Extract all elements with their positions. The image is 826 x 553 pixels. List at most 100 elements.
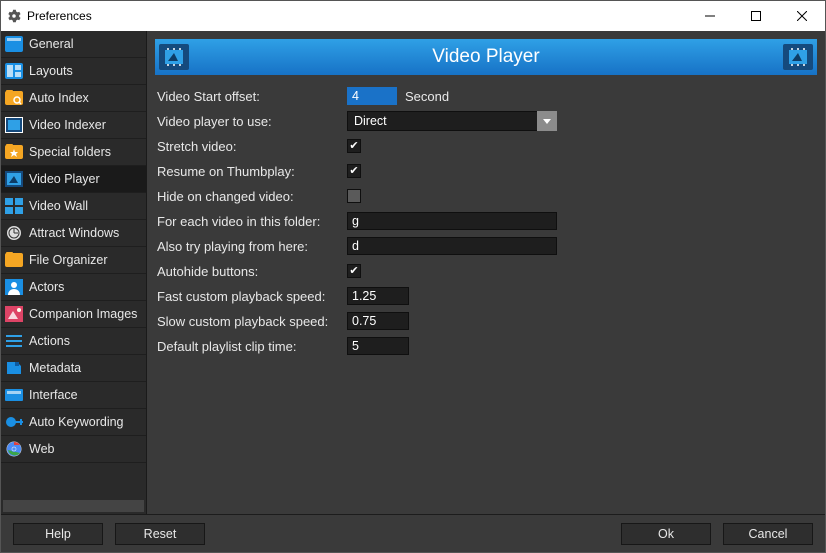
window-controls (687, 1, 825, 31)
minimize-button[interactable] (687, 1, 733, 31)
select-video-player-value: Direct (354, 114, 387, 128)
maximize-button[interactable] (733, 1, 779, 31)
autokeywording-icon (5, 413, 23, 431)
row-stretch-video: Stretch video: ✔ (157, 135, 815, 157)
gear-icon (7, 9, 21, 23)
label-video-start-offset: Video Start offset: (157, 89, 347, 104)
videoplayer-icon (5, 170, 23, 188)
checkbox-resume-thumbplay[interactable]: ✔ (347, 164, 361, 178)
checkbox-hide-changed[interactable] (347, 189, 361, 203)
sidebar-item-label: Auto Keywording (29, 415, 124, 429)
autoindex-icon (5, 89, 23, 107)
panel-title: Video Player (432, 46, 539, 68)
row-also-try-playing: Also try playing from here: d (157, 235, 815, 257)
sidebar-item-label: Layouts (29, 64, 73, 78)
row-for-each-video: For each video in this folder: g (157, 210, 815, 232)
sidebar-item-video-indexer[interactable]: Video Indexer (1, 112, 146, 139)
sidebar-item-label: Actors (29, 280, 64, 294)
input-also-try-playing[interactable]: d (347, 237, 557, 255)
label-autohide-buttons: Autohide buttons: (157, 264, 347, 279)
row-video-start-offset: Video Start offset: 4 Second (157, 85, 815, 107)
label-video-player-to-use: Video player to use: (157, 114, 347, 129)
companion-icon (5, 305, 23, 323)
settings-list: Video Start offset: 4 Second Video playe… (147, 81, 825, 361)
layouts-icon (5, 62, 23, 80)
input-for-each-video[interactable]: g (347, 212, 557, 230)
input-fast-speed[interactable]: 1.25 (347, 287, 409, 305)
select-video-player[interactable]: Direct (347, 111, 557, 131)
panel-header: Video Player (155, 39, 817, 75)
row-default-clip-time: Default playlist clip time: 5 (157, 335, 815, 357)
close-button[interactable] (779, 1, 825, 31)
attract-icon (5, 224, 23, 242)
sidebar-item-label: File Organizer (29, 253, 108, 267)
sidebar-item-label: Companion Images (29, 307, 137, 321)
label-also-try-playing: Also try playing from here: (157, 239, 347, 254)
sidebar-item-label: Auto Index (29, 91, 89, 105)
sidebar-item-metadata[interactable]: Metadata (1, 355, 146, 382)
sidebar-item-file-organizer[interactable]: File Organizer (1, 247, 146, 274)
label-for-each-video: For each video in this folder: (157, 214, 347, 229)
sidebar-item-special-folders[interactable]: Special folders (1, 139, 146, 166)
chevron-down-icon (537, 111, 557, 131)
label-hide-changed: Hide on changed video: (157, 189, 347, 204)
sidebar-item-auto-index[interactable]: Auto Index (1, 85, 146, 112)
input-default-clip-time[interactable]: 5 (347, 337, 409, 355)
sidebar: General Layouts Auto Index Video Indexer Spe… (1, 31, 147, 514)
video-player-icon (783, 44, 813, 70)
sidebar-item-label: Interface (29, 388, 78, 402)
label-fast-speed: Fast custom playback speed: (157, 289, 347, 304)
row-fast-speed: Fast custom playback speed: 1.25 (157, 285, 815, 307)
suffix-video-start-offset: Second (405, 89, 449, 104)
sidebar-item-web[interactable]: Web (1, 436, 146, 463)
body: General Layouts Auto Index Video Indexer Spe… (1, 31, 825, 514)
checkbox-autohide-buttons[interactable]: ✔ (347, 264, 361, 278)
sidebar-item-layouts[interactable]: Layouts (1, 58, 146, 85)
sidebar-item-attract-windows[interactable]: Attract Windows (1, 220, 146, 247)
sidebar-item-video-wall[interactable]: Video Wall (1, 193, 146, 220)
row-video-player-to-use: Video player to use: Direct (157, 110, 815, 132)
input-slow-speed[interactable]: 0.75 (347, 312, 409, 330)
sidebar-item-label: Video Player (29, 172, 100, 186)
actions-icon (5, 332, 23, 350)
videowall-icon (5, 197, 23, 215)
sidebar-item-actions[interactable]: Actions (1, 328, 146, 355)
general-icon (5, 35, 23, 53)
help-button[interactable]: Help (13, 523, 103, 545)
footer: Help Reset Ok Cancel (1, 514, 825, 552)
sidebar-item-label: Special folders (29, 145, 111, 159)
actors-icon (5, 278, 23, 296)
checkbox-stretch-video[interactable]: ✔ (347, 139, 361, 153)
label-default-clip-time: Default playlist clip time: (157, 339, 347, 354)
videoindexer-icon (5, 116, 23, 134)
row-autohide-buttons: Autohide buttons: ✔ (157, 260, 815, 282)
reset-button[interactable]: Reset (115, 523, 205, 545)
input-video-start-offset[interactable]: 4 (347, 87, 397, 105)
sidebar-item-interface[interactable]: Interface (1, 382, 146, 409)
sidebar-item-auto-keywording[interactable]: Auto Keywording (1, 409, 146, 436)
sidebar-scroll-stub[interactable] (3, 500, 144, 512)
specialfolders-icon (5, 143, 23, 161)
sidebar-item-label: General (29, 37, 73, 51)
row-hide-changed: Hide on changed video: (157, 185, 815, 207)
metadata-icon (5, 359, 23, 377)
window-title: Preferences (27, 9, 92, 23)
label-stretch-video: Stretch video: (157, 139, 347, 154)
cancel-button[interactable]: Cancel (723, 523, 813, 545)
label-resume-thumbplay: Resume on Thumbplay: (157, 164, 347, 179)
sidebar-item-label: Video Wall (29, 199, 88, 213)
sidebar-item-label: Web (29, 442, 54, 456)
sidebar-item-label: Attract Windows (29, 226, 119, 240)
sidebar-item-actors[interactable]: Actors (1, 274, 146, 301)
row-slow-speed: Slow custom playback speed: 0.75 (157, 310, 815, 332)
ok-button[interactable]: Ok (621, 523, 711, 545)
row-resume-thumbplay: Resume on Thumbplay: ✔ (157, 160, 815, 182)
sidebar-item-general[interactable]: General (1, 31, 146, 58)
sidebar-item-label: Metadata (29, 361, 81, 375)
fileorganizer-icon (5, 251, 23, 269)
sidebar-item-companion-images[interactable]: Companion Images (1, 301, 146, 328)
titlebar: Preferences (1, 1, 825, 31)
main-panel: Video Player Video Start offset: 4 Secon… (147, 31, 825, 514)
sidebar-item-video-player[interactable]: Video Player (1, 166, 146, 193)
web-icon (5, 440, 23, 458)
